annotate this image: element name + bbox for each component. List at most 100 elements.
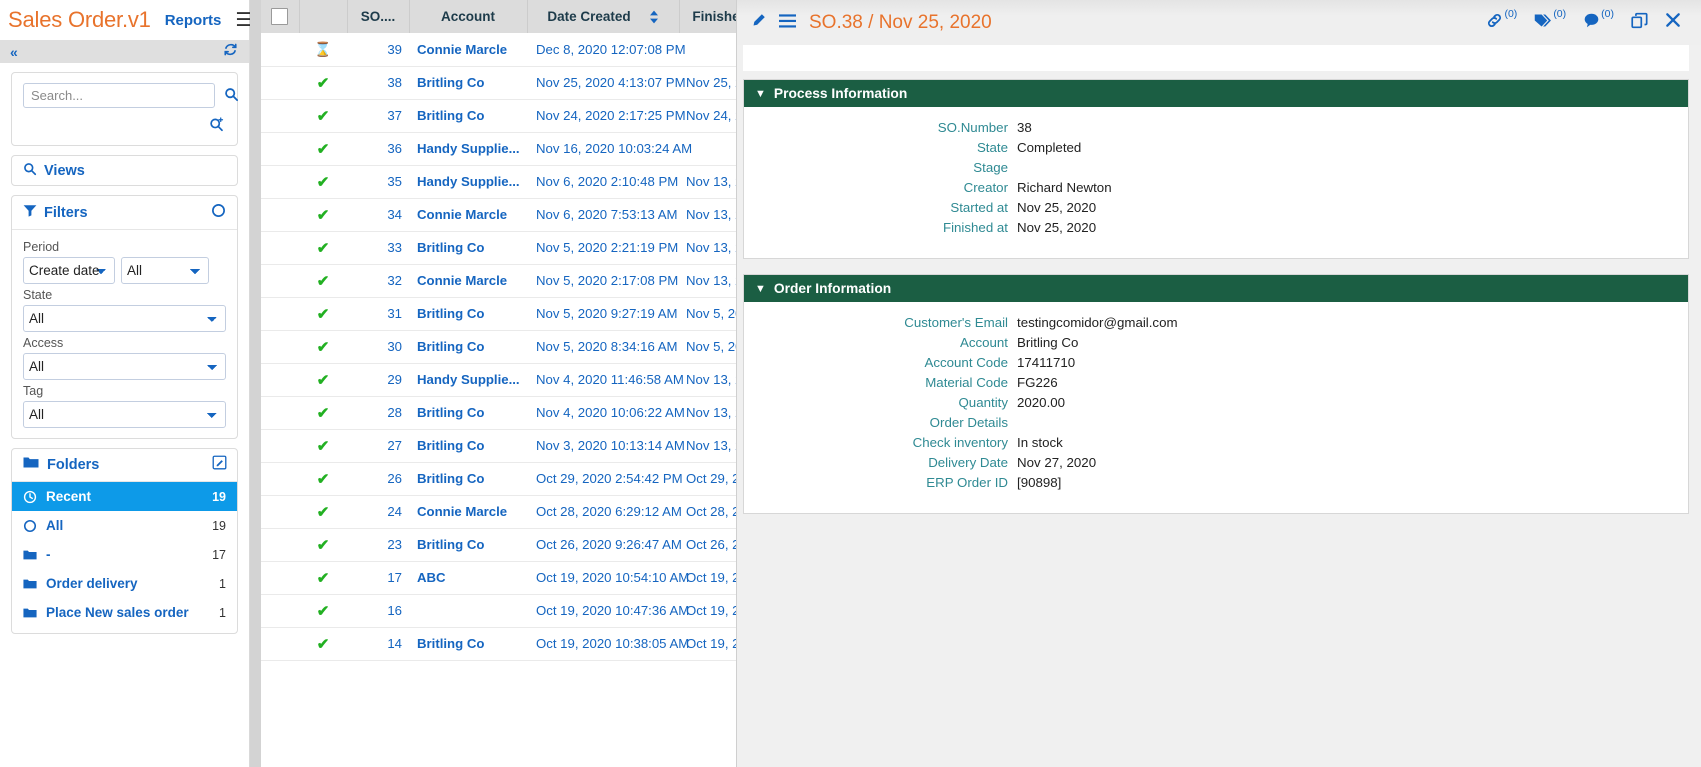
search-plus-icon[interactable]: [209, 116, 225, 135]
row-checkbox-cell[interactable]: [261, 297, 299, 330]
table-row[interactable]: ✔23Britling CoOct 26, 2020 9:26:47 AMOct…: [261, 528, 736, 561]
search-input[interactable]: [23, 83, 215, 108]
comment-icon[interactable]: (0): [1583, 12, 1614, 33]
table-row[interactable]: ✔28Britling CoNov 4, 2020 10:06:22 AMNov…: [261, 396, 736, 429]
row-checkbox-cell[interactable]: [261, 66, 299, 99]
table-row[interactable]: ✔24Connie MarcleOct 28, 2020 6:29:12 AMO…: [261, 495, 736, 528]
folder-item-recent[interactable]: Recent 19: [12, 482, 237, 511]
table-row[interactable]: ✔35Handy Supplie...Nov 6, 2020 2:10:48 P…: [261, 165, 736, 198]
pencil-icon[interactable]: [751, 13, 766, 32]
row-checkbox-cell[interactable]: [261, 198, 299, 231]
cell-account[interactable]: Connie Marcle: [409, 264, 527, 297]
list-scrollbar[interactable]: [250, 0, 261, 767]
sort-updown-icon[interactable]: [649, 10, 659, 24]
folder-item-all[interactable]: All 19: [12, 511, 237, 540]
row-checkbox-cell[interactable]: [261, 33, 299, 66]
header-account[interactable]: Account: [409, 0, 527, 33]
folder-item-order-delivery[interactable]: Order delivery 1: [12, 569, 237, 598]
header-select-all[interactable]: [261, 0, 299, 33]
cell-account[interactable]: Connie Marcle: [409, 198, 527, 231]
cell-account[interactable]: Britling Co: [409, 231, 527, 264]
cell-account[interactable]: Britling Co: [409, 330, 527, 363]
table-row[interactable]: ✔27Britling CoNov 3, 2020 10:13:14 AMNov…: [261, 429, 736, 462]
table-row[interactable]: ✔34Connie MarcleNov 6, 2020 7:53:13 AMNo…: [261, 198, 736, 231]
row-checkbox-cell[interactable]: [261, 264, 299, 297]
period-type-select[interactable]: Create date: [23, 257, 115, 284]
reset-circle-icon[interactable]: [211, 203, 226, 223]
tag-select[interactable]: All: [23, 401, 226, 428]
header-finished-at[interactable]: Finished at: [679, 0, 736, 33]
cell-account[interactable]: Britling Co: [409, 429, 527, 462]
cell-account[interactable]: Britling Co: [409, 66, 527, 99]
table-row[interactable]: ✔31Britling CoNov 5, 2020 9:27:19 AMNov …: [261, 297, 736, 330]
cell-account[interactable]: Britling Co: [409, 627, 527, 660]
table-row[interactable]: ✔30Britling CoNov 5, 2020 8:34:16 AMNov …: [261, 330, 736, 363]
caret-down-icon[interactable]: ▼: [755, 88, 766, 100]
cell-account[interactable]: Britling Co: [409, 462, 527, 495]
cell-account[interactable]: Britling Co: [409, 396, 527, 429]
table-row[interactable]: ✔32Connie MarcleNov 5, 2020 2:17:08 PMNo…: [261, 264, 736, 297]
row-checkbox-cell[interactable]: [261, 429, 299, 462]
table-row[interactable]: ✔38Britling CoNov 25, 2020 4:13:07 PMNov…: [261, 66, 736, 99]
row-checkbox-cell[interactable]: [261, 462, 299, 495]
row-checkbox-cell[interactable]: [261, 594, 299, 627]
row-checkbox-cell[interactable]: [261, 165, 299, 198]
row-checkbox-cell[interactable]: [261, 561, 299, 594]
header-so[interactable]: SO....: [347, 0, 409, 33]
search-icon[interactable]: [224, 87, 239, 105]
table-row[interactable]: ✔16Oct 19, 2020 10:47:36 AMOct 19, 2020: [261, 594, 736, 627]
cell-account[interactable]: Britling Co: [409, 528, 527, 561]
duplicate-icon[interactable]: [1631, 12, 1648, 34]
period-range-select[interactable]: All: [121, 257, 209, 284]
cell-so-number: 35: [347, 165, 409, 198]
table-row[interactable]: ⌛39Connie MarcleDec 8, 2020 12:07:08 PM: [261, 33, 736, 66]
state-select[interactable]: All: [23, 305, 226, 332]
process-information-header[interactable]: ▼ Process Information: [744, 80, 1688, 107]
tag-icon[interactable]: (0): [1534, 12, 1566, 33]
folder-item-dash[interactable]: - 17: [12, 540, 237, 569]
row-checkbox-cell[interactable]: [261, 231, 299, 264]
row-checkbox-cell[interactable]: [261, 363, 299, 396]
table-row[interactable]: ✔17ABCOct 19, 2020 10:54:10 AMOct 19, 20…: [261, 561, 736, 594]
row-checkbox-cell[interactable]: [261, 330, 299, 363]
cell-account[interactable]: Handy Supplie...: [409, 165, 527, 198]
collapse-icon[interactable]: «: [10, 44, 18, 60]
access-select[interactable]: All: [23, 353, 226, 380]
hamburger-icon[interactable]: [779, 13, 796, 33]
edit-pencil-square-icon[interactable]: [212, 455, 227, 475]
header-date-created[interactable]: Date Created: [527, 0, 679, 33]
table-row[interactable]: ✔37Britling CoNov 24, 2020 2:17:25 PMNov…: [261, 99, 736, 132]
views-panel[interactable]: Views: [11, 155, 238, 186]
row-checkbox-cell[interactable]: [261, 495, 299, 528]
folder-count: 1: [219, 606, 226, 620]
row-checkbox-cell[interactable]: [261, 528, 299, 561]
link-icon[interactable]: (0): [1486, 12, 1517, 33]
reports-link[interactable]: Reports: [165, 12, 222, 29]
cell-date-created: Oct 29, 2020 2:54:42 PM: [527, 462, 679, 495]
row-checkbox-cell[interactable]: [261, 99, 299, 132]
cell-account[interactable]: Britling Co: [409, 99, 527, 132]
cell-account[interactable]: Connie Marcle: [409, 33, 527, 66]
table-row[interactable]: ✔33Britling CoNov 5, 2020 2:21:19 PMNov …: [261, 231, 736, 264]
cell-finished-at: Oct 26, 2020: [679, 528, 736, 561]
caret-down-icon[interactable]: ▼: [755, 283, 766, 295]
cell-account[interactable]: ABC: [409, 561, 527, 594]
row-checkbox-cell[interactable]: [261, 396, 299, 429]
cell-account[interactable]: Handy Supplie...: [409, 363, 527, 396]
app-root: Sales Order.v1 Reports ☰ «: [0, 0, 1701, 767]
row-checkbox-cell[interactable]: [261, 627, 299, 660]
table-row[interactable]: ✔26Britling CoOct 29, 2020 2:54:42 PMOct…: [261, 462, 736, 495]
table-row[interactable]: ✔36Handy Supplie...Nov 16, 2020 10:03:24…: [261, 132, 736, 165]
cell-account[interactable]: Britling Co: [409, 297, 527, 330]
table-row[interactable]: ✔14Britling CoOct 19, 2020 10:38:05 AMOc…: [261, 627, 736, 660]
cell-account[interactable]: Handy Supplie...: [409, 132, 527, 165]
close-icon[interactable]: [1665, 12, 1681, 33]
refresh-icon[interactable]: [223, 42, 238, 61]
folder-item-place-new-sales-order[interactable]: Place New sales order 1: [12, 598, 237, 627]
cell-account[interactable]: Connie Marcle: [409, 495, 527, 528]
order-information-header[interactable]: ▼ Order Information: [744, 275, 1688, 302]
cell-account[interactable]: [409, 594, 527, 627]
table-row[interactable]: ✔29Handy Supplie...Nov 4, 2020 11:46:58 …: [261, 363, 736, 396]
select-all-checkbox[interactable]: [271, 8, 288, 25]
row-checkbox-cell[interactable]: [261, 132, 299, 165]
